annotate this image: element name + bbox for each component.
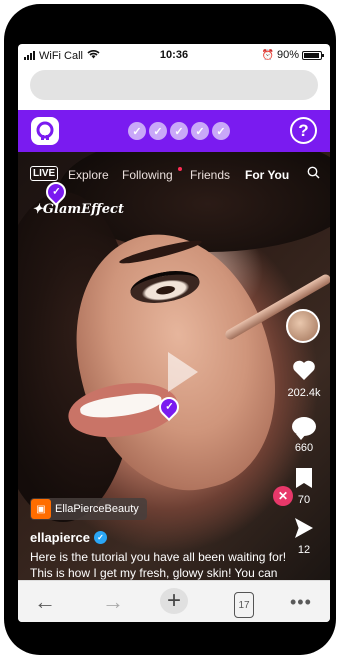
video-player[interactable]: LIVE Explore Following Friends For You ✓… [18, 152, 330, 580]
tab-count-button[interactable]: 17 [234, 592, 254, 618]
screen: WiFi Call 10:36 ⏰ 90% ✓ ✓ ✓ ✓ ✓ ? LIVE E… [18, 44, 330, 622]
username[interactable]: ellapierce ✓ [30, 530, 107, 545]
progress-check-icon: ✓ [170, 122, 188, 140]
alarm-icon: ⏰ [261, 49, 274, 61]
avatar[interactable] [286, 309, 320, 343]
effect-label[interactable]: ✦GlamEffect [32, 202, 124, 217]
comment-icon [292, 417, 316, 440]
share-icon [295, 518, 313, 538]
status-bar: WiFi Call 10:36 ⏰ 90% [18, 44, 330, 66]
progress-check-icon: ✓ [149, 122, 167, 140]
progress-check-icon: ✓ [128, 122, 146, 140]
play-icon[interactable] [168, 352, 198, 392]
username-label: ellapierce [30, 530, 90, 545]
forward-button[interactable]: → [102, 589, 124, 615]
video-caption[interactable]: Here is the tutorial you have all been w… [30, 549, 295, 580]
heart-icon [282, 359, 326, 387]
progress-check-icon: ✓ [212, 122, 230, 140]
tab-friends[interactable]: Friends [190, 168, 230, 182]
browser-toolbar: ← → + 17 ••• [18, 580, 330, 622]
new-tab-button[interactable]: + [160, 587, 188, 614]
phone-frame: WiFi Call 10:36 ⏰ 90% ✓ ✓ ✓ ✓ ✓ ? LIVE E… [4, 4, 336, 655]
tab-for-you[interactable]: For You [245, 168, 289, 182]
battery-info: ⏰ 90% [261, 49, 324, 61]
battery-percent: 90% [276, 49, 299, 61]
battery-icon [302, 50, 324, 60]
progress-check-icon: ✓ [191, 122, 209, 140]
comment-button[interactable]: 660 [282, 416, 326, 454]
live-button[interactable]: LIVE [30, 166, 59, 181]
study-header: ✓ ✓ ✓ ✓ ✓ ? [18, 110, 330, 152]
like-button[interactable]: 202.4k [282, 359, 326, 399]
menu-button[interactable]: ••• [290, 589, 312, 615]
comment-count: 660 [294, 442, 314, 454]
tab-following[interactable]: Following [122, 168, 173, 182]
url-bar[interactable] [30, 70, 318, 100]
bookmark-icon [296, 468, 312, 488]
shop-tag-label: EllaPierceBeauty [55, 503, 139, 515]
shopping-bag-icon: ▣ [31, 499, 51, 519]
verified-icon: ✓ [94, 531, 107, 544]
app-logo-icon[interactable] [31, 117, 59, 145]
feed-top-nav: LIVE Explore Following Friends For You [18, 166, 330, 184]
notification-dot [178, 167, 182, 171]
search-icon[interactable] [307, 166, 320, 182]
close-icon[interactable]: ✕ [273, 486, 293, 506]
help-button[interactable]: ? [290, 117, 317, 144]
progress-tracker: ✓ ✓ ✓ ✓ ✓ [128, 122, 230, 140]
tab-explore[interactable]: Explore [68, 168, 109, 182]
back-button[interactable]: ← [34, 589, 56, 615]
shop-tag[interactable]: ▣ EllaPierceBeauty [30, 498, 147, 520]
like-count: 202.4k [287, 387, 321, 399]
